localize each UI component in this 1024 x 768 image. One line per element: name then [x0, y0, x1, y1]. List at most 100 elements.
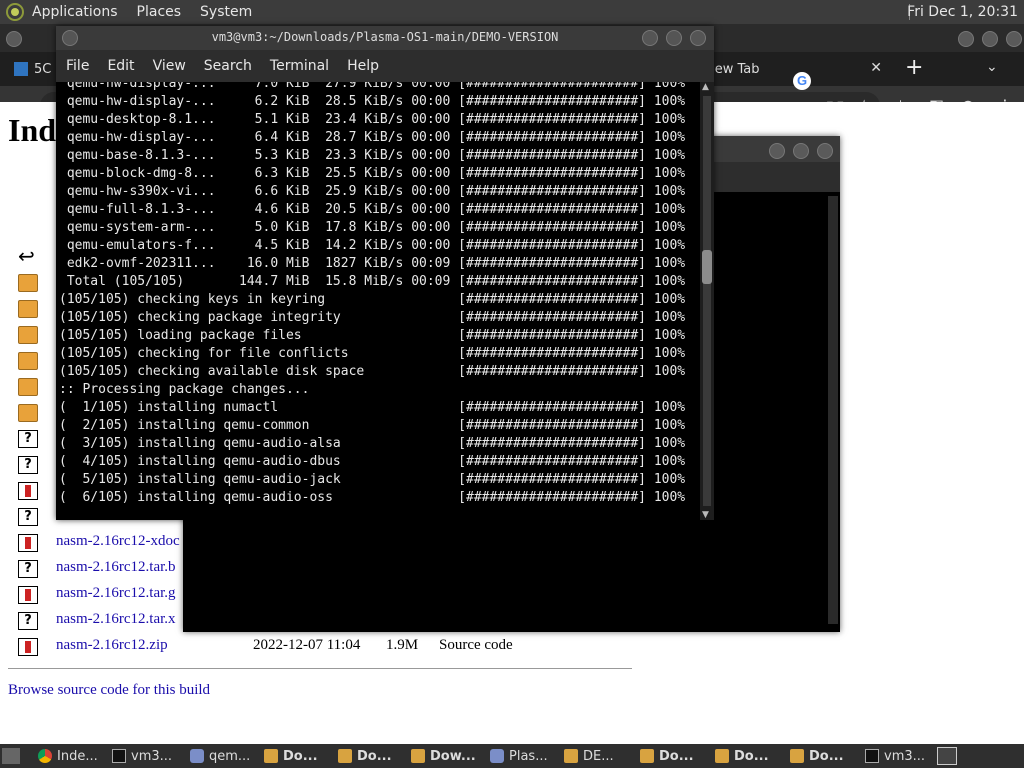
folder-file-icon: [18, 300, 38, 318]
menu-file[interactable]: File: [66, 58, 89, 74]
taskbar-item-label: vm3...: [131, 748, 173, 764]
unknown-file-icon: ?: [18, 508, 38, 526]
terminal-text: qemu-hw-display-... 7.0 KiB 27.9 KiB/s 0…: [59, 82, 686, 505]
app-icon: [490, 749, 504, 763]
folder-icon: [640, 749, 654, 763]
unknown-file-icon: ?: [18, 456, 38, 474]
scroll-down-icon[interactable]: ▼: [702, 510, 709, 520]
folder-file-icon: [18, 378, 38, 396]
divider: [8, 668, 632, 669]
taskbar-item-label: vm3...: [884, 748, 926, 764]
taskbar-item-label: Do...: [809, 748, 844, 764]
menu-places[interactable]: Places: [137, 4, 182, 20]
file-link[interactable]: nasm-2.16rc12.tar.b: [56, 559, 176, 576]
google-lens-icon[interactable]: G: [793, 72, 811, 90]
file-date: 2022-12-07 11:04: [253, 637, 361, 653]
close-icon[interactable]: [690, 30, 706, 46]
taskbar-item-label: Do...: [357, 748, 392, 764]
taskbar: Inde... vm3... qem... Do... Do... Dow... Plas.…: [0, 744, 1024, 768]
browser-window-button[interactable]: [6, 31, 22, 47]
scroll-track[interactable]: [703, 96, 711, 506]
unknown-file-icon: ?: [18, 430, 38, 448]
folder-icon: [790, 749, 804, 763]
taskbar-item-label: Do...: [734, 748, 769, 764]
taskbar-item[interactable]: Inde...: [38, 747, 98, 765]
tab-index-label: 5C: [34, 61, 52, 77]
taskbar-item[interactable]: Dow...: [411, 747, 476, 765]
terminal-window[interactable]: vm3@vm3:~/Downloads/Plasma-OS1-main/DEMO…: [56, 26, 714, 520]
maximize-icon[interactable]: [793, 143, 809, 159]
file-link[interactable]: nasm-2.16rc12.tar.x: [56, 611, 176, 628]
terminal-scrollbar[interactable]: ▲ ▼: [700, 82, 714, 520]
minimize-icon[interactable]: [769, 143, 785, 159]
taskbar-item[interactable]: vm3...: [112, 747, 172, 765]
tab-search-chevron-icon[interactable]: ⌄: [986, 59, 998, 75]
new-tab-button[interactable]: +: [905, 55, 923, 80]
taskbar-item[interactable]: DE...: [564, 747, 614, 765]
taskbar-item[interactable]: vm3...: [865, 747, 925, 765]
terminal-menubar: File Edit View Search Terminal Help: [56, 50, 714, 82]
terminal-output[interactable]: qemu-hw-display-... 7.0 KiB 27.9 KiB/s 0…: [56, 82, 700, 520]
file-link[interactable]: nasm-2.16rc12.tar.g: [56, 585, 176, 602]
taskbar-item-label: DE...: [583, 748, 614, 764]
unknown-file-icon: ?: [18, 612, 38, 630]
scroll-up-icon[interactable]: ▲: [702, 82, 709, 92]
compressed-file-icon: [18, 534, 38, 552]
term-icon: [112, 749, 126, 763]
menu-help[interactable]: Help: [347, 58, 379, 74]
unknown-file-icon: ?: [18, 560, 38, 578]
taskbar-item-label: Do...: [659, 748, 694, 764]
taskbar-item-label: Dow...: [430, 748, 476, 764]
taskbar-item[interactable]: Do...: [790, 747, 844, 765]
taskbar-item-label: qem...: [209, 748, 251, 764]
file-link[interactable]: nasm-2.16rc12.zip: [56, 637, 168, 654]
menu-search[interactable]: Search: [204, 58, 252, 74]
term-icon: [865, 749, 879, 763]
menu-view[interactable]: View: [153, 58, 186, 74]
folder-icon: [715, 749, 729, 763]
scroll-thumb[interactable]: [702, 250, 712, 284]
taskbar-item[interactable]: Do...: [640, 747, 694, 765]
tab-index[interactable]: 5C: [14, 58, 54, 80]
taskbar-item-label: Inde...: [57, 748, 98, 764]
browser-maximize-button[interactable]: [982, 31, 998, 47]
page-title: Ind: [8, 112, 57, 148]
chrome-icon: [38, 749, 52, 763]
compressed-file-icon: [18, 586, 38, 604]
show-desktop-button[interactable]: [2, 748, 20, 764]
browse-source-link[interactable]: Browse source code for this build: [8, 682, 210, 699]
clock[interactable]: Fri Dec 1, 20:31: [907, 4, 1018, 20]
folder-file-icon: [18, 274, 38, 292]
minimize-icon[interactable]: [642, 30, 658, 46]
close-icon[interactable]: [817, 143, 833, 159]
menu-edit[interactable]: Edit: [107, 58, 134, 74]
folder-file-icon: [18, 352, 38, 370]
taskbar-item[interactable]: Plas...: [490, 747, 548, 765]
browser-close-button[interactable]: [1006, 31, 1022, 47]
menu-applications[interactable]: Applications: [32, 4, 118, 20]
taskbar-item-label: Plas...: [509, 748, 548, 764]
terminal-titlebar[interactable]: vm3@vm3:~/Downloads/Plasma-OS1-main/DEMO…: [56, 26, 714, 50]
folder-icon: [264, 749, 278, 763]
maximize-icon[interactable]: [666, 30, 682, 46]
tab-close-icon[interactable]: ✕: [870, 60, 882, 76]
taskbar-item[interactable]: Do...: [338, 747, 392, 765]
taskbar-item[interactable]: Do...: [715, 747, 769, 765]
browser-minimize-button[interactable]: [958, 31, 974, 47]
taskbar-item[interactable]: qem...: [190, 747, 250, 765]
workspace-switcher[interactable]: [937, 747, 957, 765]
file-description: Source code: [439, 637, 513, 653]
terminal-back-scrollbar[interactable]: [828, 196, 838, 624]
menu-terminal[interactable]: Terminal: [270, 58, 329, 74]
top-panel: Applications Places System Fri Dec 1, 20…: [0, 0, 1024, 24]
taskbar-item[interactable]: Do...: [264, 747, 318, 765]
distro-logo-icon[interactable]: [6, 3, 24, 21]
app-icon: [190, 749, 204, 763]
window-menu-icon[interactable]: [62, 30, 78, 46]
file-link[interactable]: nasm-2.16rc12-xdoc: [56, 533, 180, 550]
tab-favicon-icon: [14, 62, 28, 76]
compressed-file-icon: [18, 638, 38, 656]
menu-system[interactable]: System: [200, 4, 252, 20]
taskbar-item-label: Do...: [283, 748, 318, 764]
folder-file-icon: [18, 326, 38, 344]
